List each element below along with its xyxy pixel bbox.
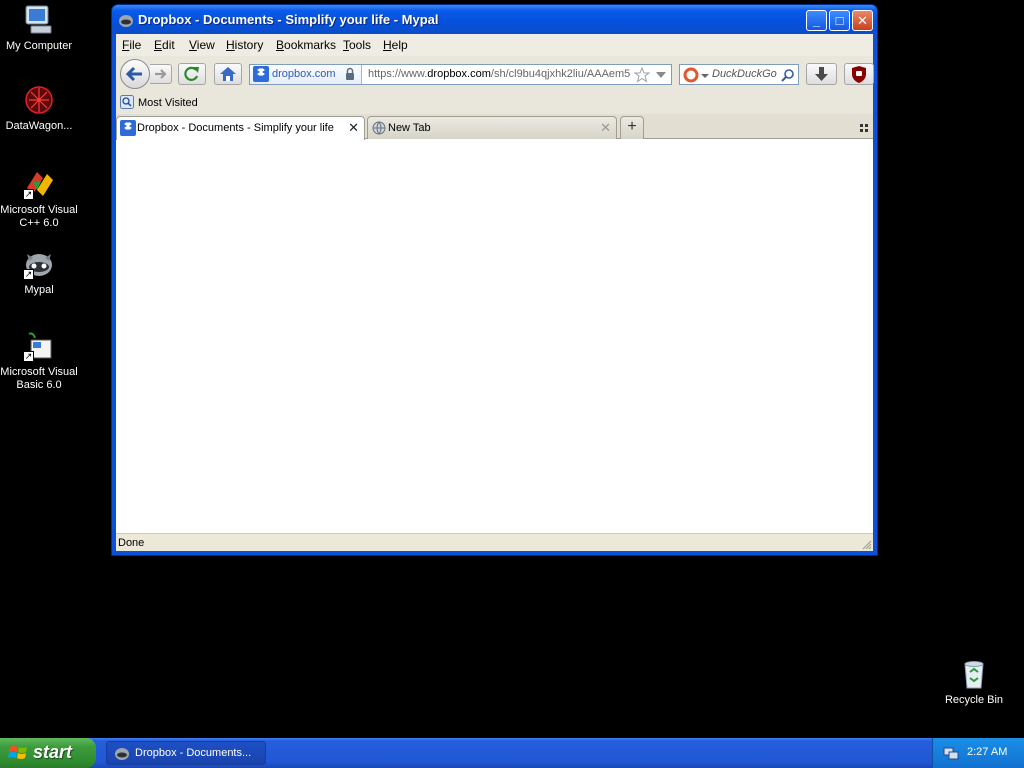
tab-close-icon[interactable]: ✕ [600, 120, 611, 136]
bookmark-most-visited[interactable]: Most Visited [120, 95, 198, 109]
desktop-icon-label: Microsoft Visual C++ 6.0 [0, 204, 78, 229]
menu-bookmarks[interactable]: Bookmarks [276, 38, 336, 52]
desktop-icon-label: Mypal [24, 284, 54, 296]
network-icon[interactable] [943, 745, 959, 761]
tab-new-tab[interactable]: New Tab ✕ [367, 116, 617, 139]
menu-file[interactable]: File [122, 38, 141, 52]
forward-arrow-icon [155, 69, 167, 79]
search-icon[interactable] [781, 68, 795, 82]
reload-icon [184, 66, 199, 81]
navigation-toolbar: dropbox.com https://www.dropbox.com/sh/c… [116, 56, 874, 92]
datawagon-icon [23, 84, 55, 116]
system-tray: 2:27 AM [932, 738, 1024, 768]
windows-logo-icon [8, 746, 27, 759]
url-dropdown-icon[interactable] [655, 70, 667, 80]
tab-close-icon[interactable]: ✕ [348, 120, 359, 136]
plus-icon: + [627, 118, 637, 135]
ublock-origin-button[interactable] [844, 63, 874, 85]
back-arrow-icon [125, 66, 142, 82]
mypal-raccoon-icon [118, 12, 134, 28]
downloads-button[interactable] [806, 63, 837, 85]
site-identity-button[interactable]: dropbox.com [250, 65, 362, 84]
bookmark-star-icon[interactable] [634, 67, 650, 83]
bookmarks-toolbar: Most Visited [116, 92, 873, 114]
desktop-icon-visual-basic[interactable]: ↗ Microsoft Visual Basic 6.0 [0, 330, 79, 392]
lock-icon [346, 67, 354, 80]
shortcut-arrow-icon: ↗ [23, 189, 34, 200]
visual-cpp-icon: ↗ [23, 168, 55, 200]
title-bar[interactable]: Dropbox - Documents - Simplify your life… [112, 5, 877, 34]
search-bar[interactable]: DuckDuckGo [679, 64, 799, 85]
maximize-icon: □ [835, 13, 844, 28]
start-button[interactable]: start [0, 738, 96, 768]
ublock-shield-icon [852, 66, 866, 83]
tab-list-icon[interactable] [859, 123, 869, 133]
dropbox-favicon-icon [120, 120, 136, 136]
recycle-bin-icon [958, 658, 990, 690]
menu-view[interactable]: View [189, 38, 215, 52]
taskbar-item-label: Dropbox - Documents... [135, 747, 252, 759]
desktop-icon-label: Recycle Bin [944, 694, 1004, 706]
minimize-button[interactable]: _ [806, 10, 827, 31]
menu-bar: File Edit View History Bookmarks Tools H… [116, 34, 873, 56]
my-computer-icon [23, 4, 55, 36]
status-text: Done [118, 537, 145, 549]
browser-window: Dropbox - Documents - Simplify your life… [111, 4, 878, 556]
search-placeholder: DuckDuckGo [712, 68, 777, 80]
tab-bar: Dropbox - Documents - Simplify your life… [116, 114, 873, 140]
window-client-area: File Edit View History Bookmarks Tools H… [116, 34, 874, 551]
menu-history[interactable]: History [226, 38, 263, 52]
tab-label: New Tab [388, 122, 431, 134]
duckduckgo-icon[interactable] [683, 67, 699, 83]
home-button[interactable] [214, 63, 242, 85]
start-label: start [33, 742, 73, 762]
reload-button[interactable] [178, 63, 206, 85]
tab-dropbox[interactable]: Dropbox - Documents - Simplify your life… [116, 116, 365, 140]
back-button[interactable] [120, 59, 150, 89]
desktop-icon-datawagon[interactable]: DataWagon... [0, 84, 79, 133]
url-bar[interactable]: dropbox.com https://www.dropbox.com/sh/c… [249, 64, 672, 85]
maximize-button[interactable]: □ [829, 10, 850, 31]
globe-icon [372, 121, 386, 135]
menu-help[interactable]: Help [383, 38, 408, 52]
visual-basic-icon: ↗ [23, 330, 55, 362]
status-bar: Done [116, 533, 873, 551]
most-visited-icon [120, 95, 134, 109]
mypal-raccoon-icon: ↗ [23, 248, 55, 280]
shortcut-arrow-icon: ↗ [23, 269, 34, 280]
desktop-icon-my-computer[interactable]: My Computer [0, 4, 79, 53]
desktop-icon-recycle-bin[interactable]: Recycle Bin [934, 658, 1014, 707]
menu-edit[interactable]: Edit [154, 38, 175, 52]
forward-button[interactable] [150, 64, 172, 84]
shortcut-arrow-icon: ↗ [23, 351, 34, 362]
window-title: Dropbox - Documents - Simplify your life… [138, 12, 439, 27]
url-text[interactable]: https://www.dropbox.com/sh/cl9bu4qjxhk2l… [368, 68, 638, 80]
dropbox-favicon-icon [253, 66, 269, 82]
desktop-icon-label: DataWagon... [5, 120, 73, 132]
download-arrow-icon [815, 67, 828, 81]
desktop-icon-visual-cpp[interactable]: ↗ Microsoft Visual C++ 6.0 [0, 168, 79, 230]
taskbar: start Dropbox - Documents... 2:27 AM [0, 738, 1024, 768]
desktop-icon-label: My Computer [5, 40, 73, 52]
close-button[interactable]: ✕ [852, 10, 873, 31]
mypal-raccoon-icon [115, 748, 129, 760]
identity-host: dropbox.com [272, 68, 336, 80]
search-engine-dropdown-icon[interactable] [701, 72, 709, 80]
desktop-icon-label: Microsoft Visual Basic 6.0 [0, 366, 78, 391]
minimize-icon: _ [812, 13, 821, 28]
close-icon: ✕ [857, 13, 868, 28]
page-content[interactable] [116, 139, 873, 533]
resize-grip-icon[interactable] [860, 538, 872, 550]
home-icon [220, 67, 236, 81]
taskbar-item-mypal[interactable]: Dropbox - Documents... [106, 741, 266, 765]
new-tab-button[interactable]: + [620, 116, 644, 139]
clock[interactable]: 2:27 AM [967, 746, 1007, 758]
desktop-icon-mypal[interactable]: ↗ Mypal [0, 248, 79, 297]
menu-tools[interactable]: Tools [343, 38, 371, 52]
tab-label: Dropbox - Documents - Simplify your life [137, 122, 334, 134]
